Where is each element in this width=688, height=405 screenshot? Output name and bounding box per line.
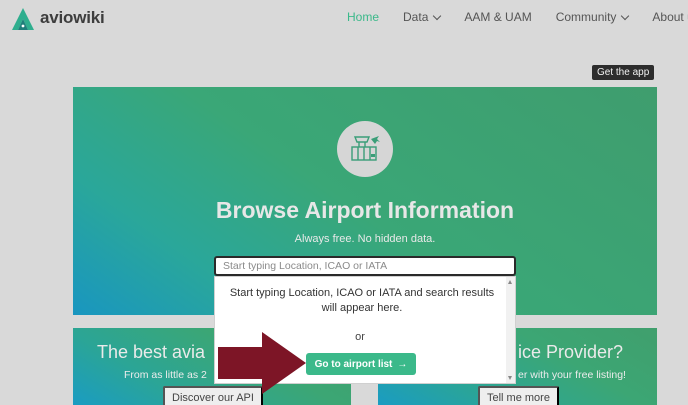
tell-me-more-button[interactable]: Tell me more (478, 386, 559, 405)
nav-aam-uam[interactable]: AAM & UAM (464, 10, 531, 24)
nav-aam-uam-label: AAM & UAM (464, 10, 532, 24)
nav-home[interactable]: Home (347, 10, 379, 24)
airport-search-input[interactable] (214, 256, 516, 276)
nav-data-label: Data (403, 10, 429, 24)
aviowiki-logo-icon[interactable] (10, 6, 36, 32)
nav-about[interactable]: About u (652, 10, 688, 24)
api-card-text: From as little as 2 (124, 369, 207, 381)
provider-card-text: er with your free listing! (518, 369, 626, 381)
nav-home-label: Home (347, 10, 380, 24)
nav-about-label: About u (652, 10, 688, 24)
api-card-title: The best avia (97, 342, 206, 362)
search-hint-text: Start typing Location, ICAO or IATA and … (229, 287, 495, 314)
airport-tower-icon (337, 121, 393, 177)
main-nav: Home Data AAM & UAM Community About u (347, 10, 688, 24)
nav-community[interactable]: Community (555, 10, 630, 24)
chevron-down-icon (621, 11, 630, 20)
arrow-right-icon: → (397, 358, 408, 370)
annotation-arrow-icon (218, 332, 306, 394)
scroll-up-icon[interactable] (508, 280, 512, 284)
hero-subtitle: Always free. No hidden data. (294, 233, 436, 245)
go-to-airport-list-label: Go to airport list (314, 358, 393, 370)
hero-title: Browse Airport Information (215, 197, 515, 223)
dropdown-scrollbar[interactable] (506, 277, 515, 383)
top-navigation-bar: aviowiki Home Data AAM & UAM Community A… (0, 0, 688, 36)
get-the-app-button[interactable]: Get the app (592, 65, 655, 80)
chevron-down-icon (433, 11, 442, 20)
brand-name[interactable]: aviowiki (40, 8, 105, 28)
provider-card-title: ice Provider? (518, 342, 624, 362)
nav-data[interactable]: Data (403, 10, 442, 24)
go-to-airport-list-button[interactable]: Go to airport list → (306, 353, 416, 375)
nav-community-label: Community (555, 10, 617, 24)
scroll-down-icon[interactable] (508, 376, 512, 380)
